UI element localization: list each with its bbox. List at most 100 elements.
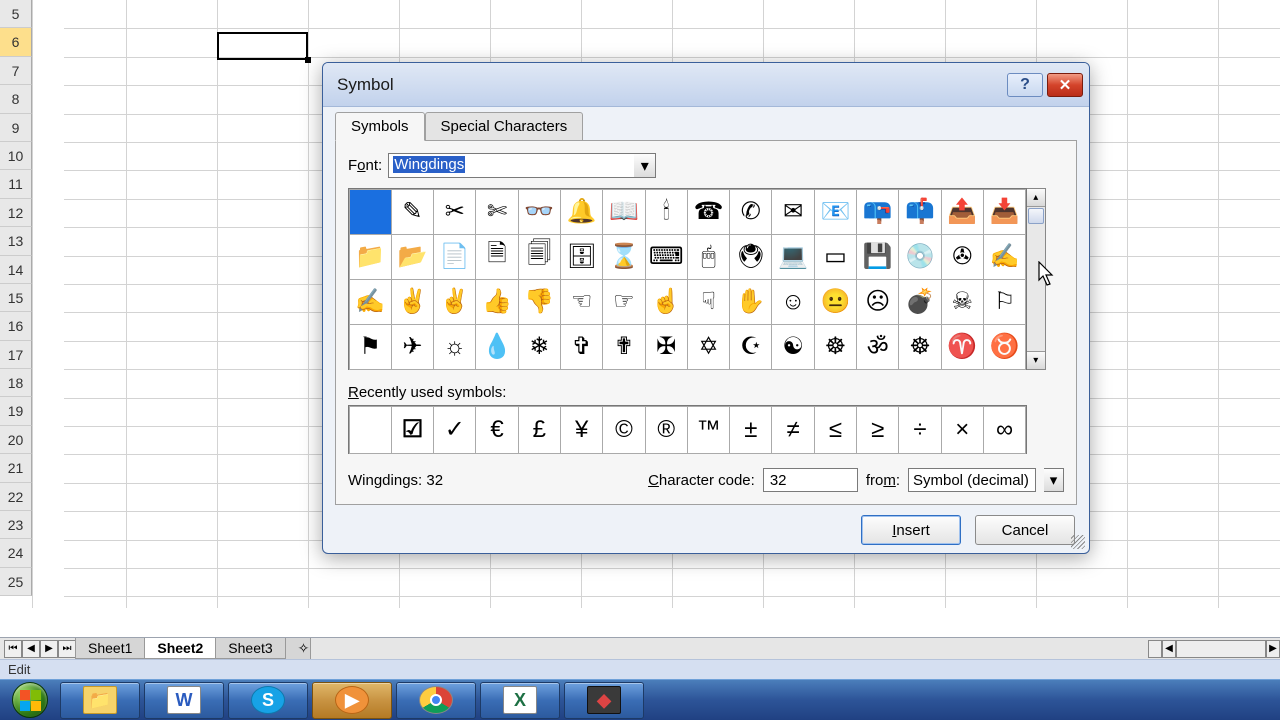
row-header[interactable]: 11 bbox=[0, 170, 32, 198]
row-header[interactable]: 23 bbox=[0, 511, 32, 539]
symbol-cell[interactable]: ✌ bbox=[433, 279, 476, 325]
hscroll-track[interactable] bbox=[1148, 640, 1162, 658]
active-cell[interactable] bbox=[217, 32, 308, 60]
sheet-tab-3[interactable]: Sheet3 bbox=[215, 638, 285, 659]
symbol-cell[interactable]: ✇ bbox=[941, 234, 984, 280]
symbol-cell[interactable]: 💻 bbox=[771, 234, 814, 280]
symbol-scrollbar[interactable]: ▴ ▾ bbox=[1027, 188, 1046, 370]
symbol-cell[interactable]: 📫 bbox=[898, 189, 941, 235]
row-header[interactable]: 18 bbox=[0, 369, 32, 397]
horizontal-scrollbar[interactable]: ◀ ▶ bbox=[1148, 640, 1280, 658]
row-header[interactable]: 8 bbox=[0, 85, 32, 113]
symbol-cell[interactable]: ॐ bbox=[856, 324, 899, 370]
symbol-cell[interactable]: 🗎 bbox=[475, 234, 518, 280]
symbol-cell[interactable]: 💣 bbox=[898, 279, 941, 325]
row-header[interactable]: 15 bbox=[0, 284, 32, 312]
taskbar-chrome[interactable] bbox=[396, 682, 476, 719]
symbol-cell[interactable]: 📄 bbox=[433, 234, 476, 280]
row-header[interactable]: 22 bbox=[0, 483, 32, 511]
row-header[interactable]: 5 bbox=[0, 0, 32, 28]
sheet-tab-2[interactable]: Sheet2 bbox=[144, 638, 216, 659]
taskbar-media[interactable]: ▶ bbox=[312, 682, 392, 719]
recent-symbol-cell[interactable]: ✓ bbox=[433, 406, 476, 454]
scroll-down-button[interactable]: ▾ bbox=[1027, 351, 1045, 369]
close-button[interactable]: ✕ bbox=[1047, 73, 1083, 97]
hscroll-thumb[interactable] bbox=[1176, 640, 1266, 658]
sheet-nav-first[interactable]: ⏮ bbox=[4, 640, 22, 658]
symbol-cell[interactable]: 📧 bbox=[814, 189, 857, 235]
symbol-cell[interactable]: 💧 bbox=[475, 324, 518, 370]
sheet-nav-prev[interactable]: ◀ bbox=[22, 640, 40, 658]
row-header[interactable]: 6 bbox=[0, 28, 32, 56]
symbol-cell[interactable]: ✎ bbox=[391, 189, 434, 235]
symbol-cell[interactable]: 📖 bbox=[602, 189, 645, 235]
new-sheet-button[interactable]: ✧ bbox=[285, 638, 311, 660]
symbol-cell[interactable]: ⚐ bbox=[983, 279, 1026, 325]
row-header[interactable]: 25 bbox=[0, 568, 32, 596]
insert-button[interactable]: Insert bbox=[861, 515, 961, 545]
taskbar-skype[interactable]: S bbox=[228, 682, 308, 719]
taskbar-explorer[interactable]: 📁 bbox=[60, 682, 140, 719]
symbol-cell[interactable]: ☸ bbox=[898, 324, 941, 370]
symbol-cell[interactable]: ♉ bbox=[983, 324, 1026, 370]
symbol-cell[interactable]: ☯ bbox=[771, 324, 814, 370]
symbol-cell[interactable]: ✉ bbox=[771, 189, 814, 235]
font-input[interactable]: Wingdings bbox=[388, 153, 656, 178]
recent-symbol-cell[interactable]: ∞ bbox=[983, 406, 1026, 454]
scroll-up-button[interactable]: ▴ bbox=[1027, 189, 1045, 207]
symbol-cell[interactable]: ✈ bbox=[391, 324, 434, 370]
row-header[interactable]: 17 bbox=[0, 341, 32, 369]
row-header[interactable]: 10 bbox=[0, 142, 32, 170]
symbol-cell[interactable]: 👍 bbox=[475, 279, 518, 325]
symbol-cell[interactable]: ✡ bbox=[687, 324, 730, 370]
taskbar-other[interactable]: ◆ bbox=[564, 682, 644, 719]
recent-symbol-cell[interactable]: £ bbox=[518, 406, 561, 454]
symbol-cell[interactable]: ☝ bbox=[645, 279, 688, 325]
recent-symbol-cell[interactable] bbox=[349, 406, 392, 454]
symbol-cell[interactable]: ⌨ bbox=[645, 234, 688, 280]
symbol-cell[interactable]: ⚑ bbox=[349, 324, 392, 370]
symbol-cell[interactable]: 🗄 bbox=[560, 234, 603, 280]
symbol-cell[interactable]: 🕯 bbox=[645, 189, 688, 235]
symbol-cell[interactable]: ☠ bbox=[941, 279, 984, 325]
titlebar[interactable]: Symbol ? ✕ bbox=[323, 63, 1089, 107]
symbol-cell[interactable]: 📂 bbox=[391, 234, 434, 280]
from-dropdown-button[interactable]: ▾ bbox=[1044, 468, 1064, 492]
symbol-cell[interactable]: ✟ bbox=[602, 324, 645, 370]
sheet-nav-last[interactable]: ⏭ bbox=[58, 640, 76, 658]
symbol-cell[interactable]: ✆ bbox=[729, 189, 772, 235]
row-header[interactable]: 7 bbox=[0, 57, 32, 85]
character-code-input[interactable] bbox=[763, 468, 858, 492]
hscroll-left[interactable]: ◀ bbox=[1162, 640, 1176, 658]
symbol-cell[interactable]: 🖱 bbox=[687, 234, 730, 280]
symbol-cell[interactable]: 🖲 bbox=[729, 234, 772, 280]
symbol-cell[interactable]: 📥 bbox=[983, 189, 1026, 235]
symbol-cell[interactable]: 😐 bbox=[814, 279, 857, 325]
symbol-cell[interactable]: ▭ bbox=[814, 234, 857, 280]
resize-grip[interactable] bbox=[1071, 535, 1085, 549]
symbol-cell[interactable]: 🗐 bbox=[518, 234, 561, 280]
font-dropdown-button[interactable]: ▾ bbox=[634, 153, 656, 178]
symbol-cell[interactable]: ☎ bbox=[687, 189, 730, 235]
recent-symbol-cell[interactable]: ÷ bbox=[898, 406, 941, 454]
recent-symbol-cell[interactable]: ≤ bbox=[814, 406, 857, 454]
symbol-cell[interactable]: 🔔 bbox=[560, 189, 603, 235]
taskbar-word[interactable]: W bbox=[144, 682, 224, 719]
symbol-cell[interactable]: ♈ bbox=[941, 324, 984, 370]
row-header[interactable]: 20 bbox=[0, 426, 32, 454]
symbol-cell[interactable]: 💿 bbox=[898, 234, 941, 280]
help-button[interactable]: ? bbox=[1007, 73, 1043, 97]
recent-symbol-cell[interactable]: ± bbox=[729, 406, 772, 454]
symbol-cell[interactable]: 👓 bbox=[518, 189, 561, 235]
symbol-cell[interactable]: ✌ bbox=[391, 279, 434, 325]
symbol-cell[interactable]: 📤 bbox=[941, 189, 984, 235]
recent-symbol-cell[interactable]: ¥ bbox=[560, 406, 603, 454]
symbol-cell[interactable]: ☞ bbox=[602, 279, 645, 325]
symbol-cell[interactable]: ☜ bbox=[560, 279, 603, 325]
cancel-button[interactable]: Cancel bbox=[975, 515, 1075, 545]
sheet-tab-1[interactable]: Sheet1 bbox=[75, 638, 145, 659]
symbol-cell[interactable]: 📪 bbox=[856, 189, 899, 235]
fill-handle[interactable] bbox=[305, 57, 311, 63]
row-header[interactable]: 24 bbox=[0, 539, 32, 567]
row-header[interactable]: 16 bbox=[0, 312, 32, 340]
